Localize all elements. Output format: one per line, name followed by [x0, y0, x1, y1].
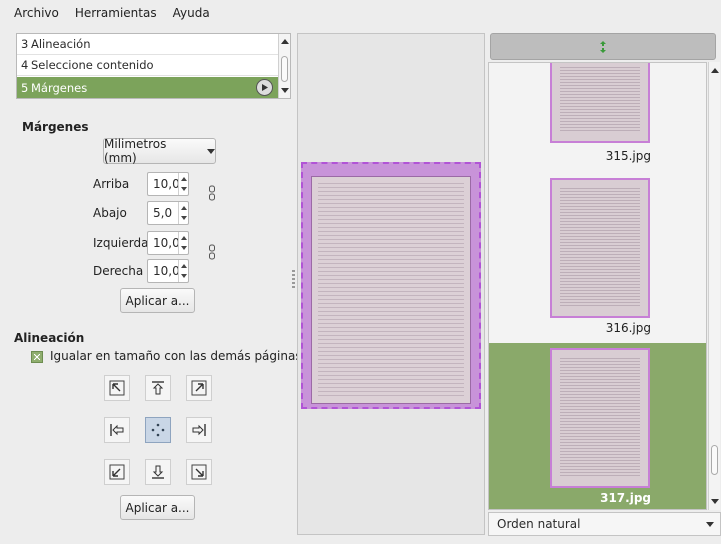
margins-title: Márgenes [22, 120, 89, 134]
stage-label: Márgenes [31, 80, 88, 95]
refresh-thumbnails-button[interactable] [490, 33, 716, 60]
apply-margins-button[interactable]: Aplicar a... [120, 288, 195, 313]
scroll-down-icon[interactable] [711, 499, 719, 504]
link-chain-icon[interactable] [208, 244, 216, 260]
units-value: Milimetros (mm) [104, 137, 167, 165]
align-center-icon [151, 423, 165, 437]
stage-label: Seleccione contenido [31, 58, 154, 72]
left-margin-value[interactable]: 10,0 [153, 236, 180, 250]
stage-item-select-content[interactable]: 4 Seleccione contenido [17, 55, 279, 76]
align-right-icon [192, 424, 206, 436]
thumbnail-scrollbar[interactable] [708, 62, 720, 510]
stages-scrollbar[interactable] [278, 34, 290, 98]
align-right-button[interactable] [186, 417, 212, 443]
right-margin-value[interactable]: 10,0 [153, 264, 180, 278]
link-chain-icon[interactable] [208, 185, 216, 201]
stages-list: 3 Alineación 4 Seleccione contenido 5 Má… [16, 33, 291, 99]
refresh-icon [600, 40, 606, 53]
stage-label: Alineación [31, 37, 91, 51]
scroll-thumb[interactable] [711, 445, 718, 475]
thumbnail-label: 315.jpg [605, 149, 651, 163]
sort-order-value: Orden natural [497, 517, 581, 531]
stage-number: 4 [21, 58, 29, 72]
thumbnail-item-selected[interactable]: 317.jpg [489, 343, 706, 509]
chevron-down-icon [706, 522, 714, 527]
thumbnail-item[interactable]: 316.jpg [489, 173, 706, 343]
play-icon[interactable] [256, 79, 273, 96]
scroll-down-icon[interactable] [281, 88, 289, 93]
spin-stepper[interactable] [178, 173, 188, 195]
align-bottom-right-icon [191, 464, 207, 480]
menu-herramientas[interactable]: Herramientas [67, 6, 165, 20]
scroll-up-icon[interactable] [281, 39, 289, 44]
align-top-right-button[interactable] [186, 375, 212, 401]
scroll-up-icon[interactable] [711, 68, 719, 73]
align-top-button[interactable] [145, 375, 171, 401]
stage-item-margins[interactable]: 5 Márgenes [17, 77, 279, 98]
align-bottom-right-button[interactable] [186, 459, 212, 485]
thumbnail-item[interactable]: 315.jpg [489, 63, 706, 173]
page-image [311, 176, 471, 404]
top-margin-value[interactable]: 10,0 [153, 177, 180, 191]
stage-item-alignment[interactable]: 3 Alineación [17, 34, 279, 55]
align-left-icon [110, 424, 124, 436]
spin-stepper[interactable] [178, 232, 188, 254]
align-bottom-left-icon [109, 464, 125, 480]
sort-order-dropdown[interactable]: Orden natural [488, 512, 721, 536]
match-size-checkbox[interactable] [31, 351, 43, 363]
thumbnail-image [550, 178, 650, 318]
menubar: Archivo Herramientas Ayuda [0, 0, 721, 26]
panel-splitter[interactable] [292, 270, 295, 290]
stage-number: 3 [21, 37, 29, 51]
thumbnail-list: 315.jpg 316.jpg 317.jpg [488, 62, 707, 510]
left-label: Izquierda [93, 236, 149, 250]
margin-overlay[interactable] [301, 162, 481, 409]
left-margin-spin[interactable]: 10,0 [147, 231, 189, 255]
stage-number: 5 [21, 80, 29, 95]
align-bottom-left-button[interactable] [104, 459, 130, 485]
menu-ayuda[interactable]: Ayuda [165, 6, 218, 20]
thumbnail-image [550, 348, 650, 488]
top-label: Arriba [93, 177, 130, 191]
right-label: Derecha [93, 264, 144, 278]
chevron-down-icon [207, 148, 215, 154]
alignment-title: Alineación [14, 331, 85, 345]
spin-stepper[interactable] [178, 260, 188, 282]
align-center-button[interactable] [145, 417, 171, 443]
align-left-button[interactable] [104, 417, 130, 443]
thumbnail-label: 316.jpg [605, 321, 651, 335]
thumbnail-label: 317.jpg [600, 491, 651, 505]
align-top-right-icon [191, 380, 207, 396]
align-bottom-button[interactable] [145, 459, 171, 485]
units-dropdown[interactable]: Milimetros (mm) [103, 137, 216, 165]
bottom-margin-value[interactable]: 5,0 [153, 206, 172, 220]
align-top-left-button[interactable] [104, 375, 130, 401]
scroll-thumb[interactable] [281, 56, 288, 82]
page-preview-panel [297, 33, 485, 535]
apply-alignment-button[interactable]: Aplicar a... [120, 495, 195, 520]
spin-stepper[interactable] [178, 202, 188, 224]
align-bottom-icon [152, 465, 164, 479]
thumbnail-image [550, 63, 650, 143]
align-top-icon [152, 381, 164, 395]
bottom-margin-spin[interactable]: 5,0 [147, 201, 189, 225]
right-margin-spin[interactable]: 10,0 [147, 259, 189, 283]
align-top-left-icon [109, 380, 125, 396]
match-size-label: Igualar en tamaño con las demás páginas [50, 349, 302, 363]
menu-archivo[interactable]: Archivo [0, 6, 67, 20]
top-margin-spin[interactable]: 10,0 [147, 172, 189, 196]
bottom-label: Abajo [93, 206, 127, 220]
page-text-image [318, 183, 464, 397]
